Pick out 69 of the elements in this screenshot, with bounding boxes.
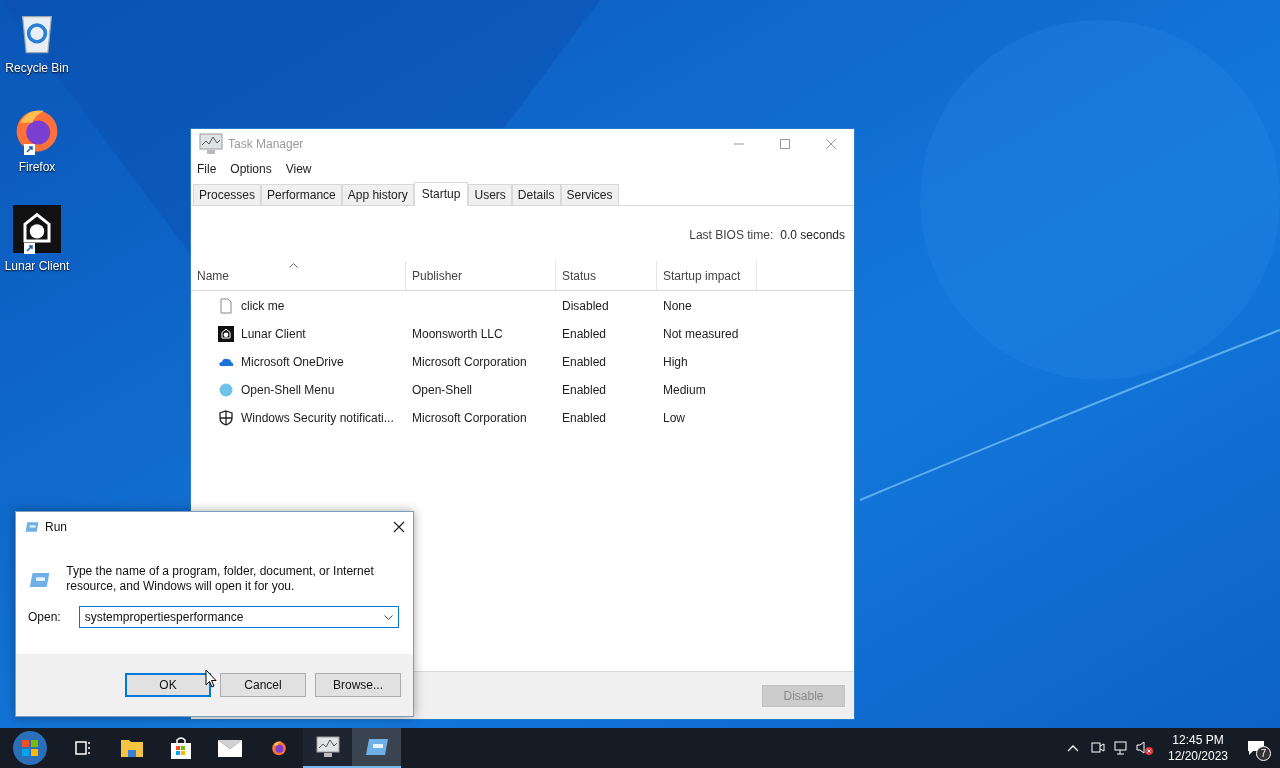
folder-icon[interactable] bbox=[119, 737, 144, 759]
table-cell: Enabled bbox=[562, 411, 607, 425]
table-cell-text: Windows Security notificati... bbox=[241, 410, 394, 427]
column-header[interactable]: Name bbox=[191, 261, 406, 290]
start-orb-icon[interactable] bbox=[12, 730, 48, 766]
run-window-icon bbox=[25, 521, 39, 533]
menu-item[interactable]: Options bbox=[230, 160, 272, 178]
table-cell: Microsoft Corporation bbox=[412, 411, 527, 425]
dropdown-caret-icon[interactable] bbox=[384, 614, 393, 620]
dialog-title: Run bbox=[45, 519, 67, 536]
table-cell: High bbox=[663, 355, 688, 369]
command-combobox[interactable]: systempropertiesperformance bbox=[78, 606, 399, 628]
table-cell: Disabled bbox=[562, 299, 609, 313]
dialog-description: Type the name of a program, folder, document, or Internet resource, and Windows will open it for you. bbox=[66, 564, 375, 594]
bios-time-value: 0.0 seconds bbox=[780, 227, 845, 244]
tab[interactable]: Services bbox=[560, 184, 619, 205]
column-header[interactable]: Status bbox=[556, 261, 657, 290]
table-cell: Enabled bbox=[562, 355, 607, 369]
table-cell: Enabled bbox=[562, 383, 607, 397]
chevron-up-icon[interactable] bbox=[1067, 744, 1079, 752]
taskbar-button[interactable] bbox=[303, 728, 352, 768]
close-icon[interactable] bbox=[393, 521, 405, 533]
dialog-button[interactable]: Browse... bbox=[315, 673, 401, 697]
table-cell: Low bbox=[663, 411, 685, 425]
tab[interactable]: Details bbox=[511, 184, 561, 205]
table-cell: Not measured bbox=[663, 327, 739, 341]
window-title: Task Manager bbox=[228, 135, 304, 153]
task-view-icon[interactable] bbox=[72, 738, 93, 758]
monitor-graph-icon[interactable] bbox=[315, 736, 340, 758]
table-cell-text: Open-Shell Menu bbox=[241, 382, 335, 399]
envelope-icon[interactable] bbox=[216, 738, 243, 758]
table-cell: Open-Shell bbox=[412, 383, 473, 397]
clock[interactable]: 12:45 PM 12/20/2023 bbox=[1164, 732, 1232, 764]
dialog-button[interactable]: OK bbox=[125, 673, 211, 697]
table-cell: None bbox=[663, 299, 692, 313]
table-cell: Microsoft Corporation bbox=[412, 355, 527, 369]
bios-time-label: Last BIOS time: bbox=[689, 227, 774, 244]
run-window-icon[interactable] bbox=[364, 737, 389, 757]
table-cell: Enabled bbox=[562, 327, 607, 341]
shield-icon bbox=[218, 410, 234, 426]
monitor-graph-icon[interactable] bbox=[199, 132, 223, 155]
speaker-muted-icon[interactable] bbox=[1136, 740, 1154, 756]
desktop-icon-label[interactable]: Firefox bbox=[18, 158, 56, 176]
table-cell: Medium bbox=[663, 383, 706, 397]
mouse-cursor-icon bbox=[205, 669, 217, 688]
tab[interactable]: App history bbox=[341, 184, 414, 205]
tab[interactable]: Users bbox=[468, 184, 512, 205]
dialog-button[interactable]: Cancel bbox=[220, 673, 306, 697]
document-icon bbox=[218, 298, 234, 314]
menu-item[interactable]: File bbox=[197, 160, 217, 178]
column-header[interactable]: Startup impact bbox=[657, 261, 757, 290]
open-label: Open: bbox=[28, 609, 61, 626]
tab[interactable]: Performance bbox=[261, 184, 342, 205]
tab[interactable]: Startup bbox=[413, 182, 469, 206]
table-cell-text: Lunar Client bbox=[241, 326, 306, 343]
shopping-bag-icon[interactable] bbox=[169, 736, 192, 760]
table-cell-text: click me bbox=[241, 298, 285, 315]
table-cell: Moonsworth LLC bbox=[412, 327, 503, 341]
taskbar-button[interactable] bbox=[352, 728, 401, 768]
column-header[interactable]: Publisher bbox=[406, 261, 556, 290]
table-cell-text: Microsoft OneDrive bbox=[241, 354, 344, 371]
menu-item[interactable]: View bbox=[285, 160, 312, 178]
firefox-icon bbox=[270, 740, 287, 756]
network-icon[interactable] bbox=[1114, 741, 1130, 755]
webcam-icon[interactable] bbox=[1091, 740, 1105, 756]
tab[interactable]: Processes bbox=[193, 184, 262, 205]
notification-count: 7 bbox=[1256, 746, 1271, 761]
desktop-icon-label[interactable]: Recycle Bin bbox=[5, 59, 69, 77]
desktop-icon-label[interactable]: Lunar Client bbox=[4, 257, 70, 275]
